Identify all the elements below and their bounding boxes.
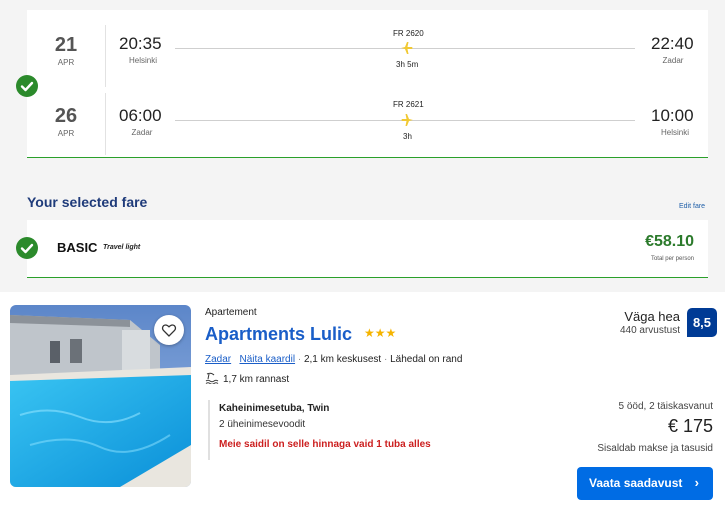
distance-center: 2,1 km keskusest <box>303 354 382 365</box>
flight-duration: 3h <box>403 132 412 141</box>
outbound-flight-row[interactable]: 21 APR 20:35 Helsinki FR 2620 3h 5m 22:4… <box>27 25 708 87</box>
return-flight-row[interactable]: 26 APR 06:00 Zadar FR 2621 3h 10:00 Hels… <box>27 93 708 157</box>
divider <box>105 25 106 87</box>
chevron-right-icon: › <box>694 475 699 490</box>
flight-duration: 3h 5m <box>396 60 419 69</box>
divider <box>105 93 106 155</box>
edit-fare-link[interactable]: Edit fare <box>679 203 705 210</box>
fare-name: BASIC <box>57 240 98 255</box>
departure-time: 20:35 <box>119 34 162 53</box>
see-availability-button[interactable]: Vaata saadavust › <box>577 467 713 500</box>
hotel-price: € 175 <box>667 416 713 436</box>
review-score-badge[interactable]: 8,5 <box>687 308 717 337</box>
see-availability-label: Vaata saadavust <box>589 476 683 490</box>
flight-day: 26 <box>54 105 78 127</box>
beach-distance: 1,7 km rannast <box>223 374 290 385</box>
star-rating: ★★★ <box>364 326 397 340</box>
beach-note: Lähedal on rand <box>390 354 463 365</box>
room-divider <box>208 400 210 460</box>
fare-subtitle: Travel light <box>103 244 141 251</box>
departure-city: Helsinki <box>128 56 157 65</box>
fare-price-note: Total per person <box>650 256 694 262</box>
selected-fare-heading: Your selected fare <box>27 194 148 210</box>
flight-number: FR 2621 <box>393 100 424 109</box>
rating-label: Väga hea <box>624 309 680 324</box>
hotel-name-link[interactable]: Apartments Lulic <box>205 324 352 345</box>
selected-check-icon <box>16 237 38 259</box>
flight-month: APR <box>57 58 75 67</box>
review-count[interactable]: 440 arvustust <box>620 325 680 336</box>
selected-check-icon <box>16 75 38 97</box>
stay-details: 5 ööd, 2 täiskasvanut <box>618 401 713 412</box>
location-line: Zadar Näita kaardil · 2,1 km keskusest ·… <box>205 354 462 365</box>
flight-month: APR <box>57 129 75 138</box>
flight-date: 21 APR <box>37 34 95 67</box>
property-type: Apartement <box>205 307 257 318</box>
scarcity-message: Meie saidil on selle hinnaga vaid 1 tuba… <box>219 439 431 450</box>
fare-price: €58.10 <box>645 233 694 250</box>
departure-time: 06:00 <box>119 106 162 125</box>
arrival-city: Zadar <box>662 56 684 65</box>
room-name: Kaheinimesetuba, Twin <box>219 403 330 414</box>
arrival-city: Helsinki <box>660 128 689 137</box>
hotel-photo[interactable] <box>10 305 191 487</box>
bed-info: 2 üheinimesevoodit <box>219 419 306 430</box>
flight-date: 26 APR <box>37 105 95 138</box>
airplane-icon <box>401 42 413 54</box>
flight-day: 21 <box>54 34 78 56</box>
flight-number: FR 2620 <box>393 29 424 38</box>
show-on-map-link[interactable]: Näita kaardil <box>239 354 295 365</box>
favorite-heart-button[interactable] <box>154 315 184 345</box>
selected-fare-card: BASIC Travel light €58.10 Total per pers… <box>27 220 708 278</box>
arrival-time: 22:40 <box>651 34 694 53</box>
location-link[interactable]: Zadar <box>205 354 231 365</box>
hotel-card: Apartement Apartments Lulic ★★★ Zadar Nä… <box>0 292 725 510</box>
beach-wave-icon <box>205 372 219 384</box>
departure-city: Zadar <box>131 128 153 137</box>
airplane-icon <box>401 114 413 126</box>
flight-itinerary-card: 21 APR 20:35 Helsinki FR 2620 3h 5m 22:4… <box>27 10 708 158</box>
taxes-note: Sisaldab makse ja tasusid <box>597 443 713 454</box>
heart-icon <box>161 324 177 337</box>
arrival-time: 10:00 <box>651 106 694 125</box>
